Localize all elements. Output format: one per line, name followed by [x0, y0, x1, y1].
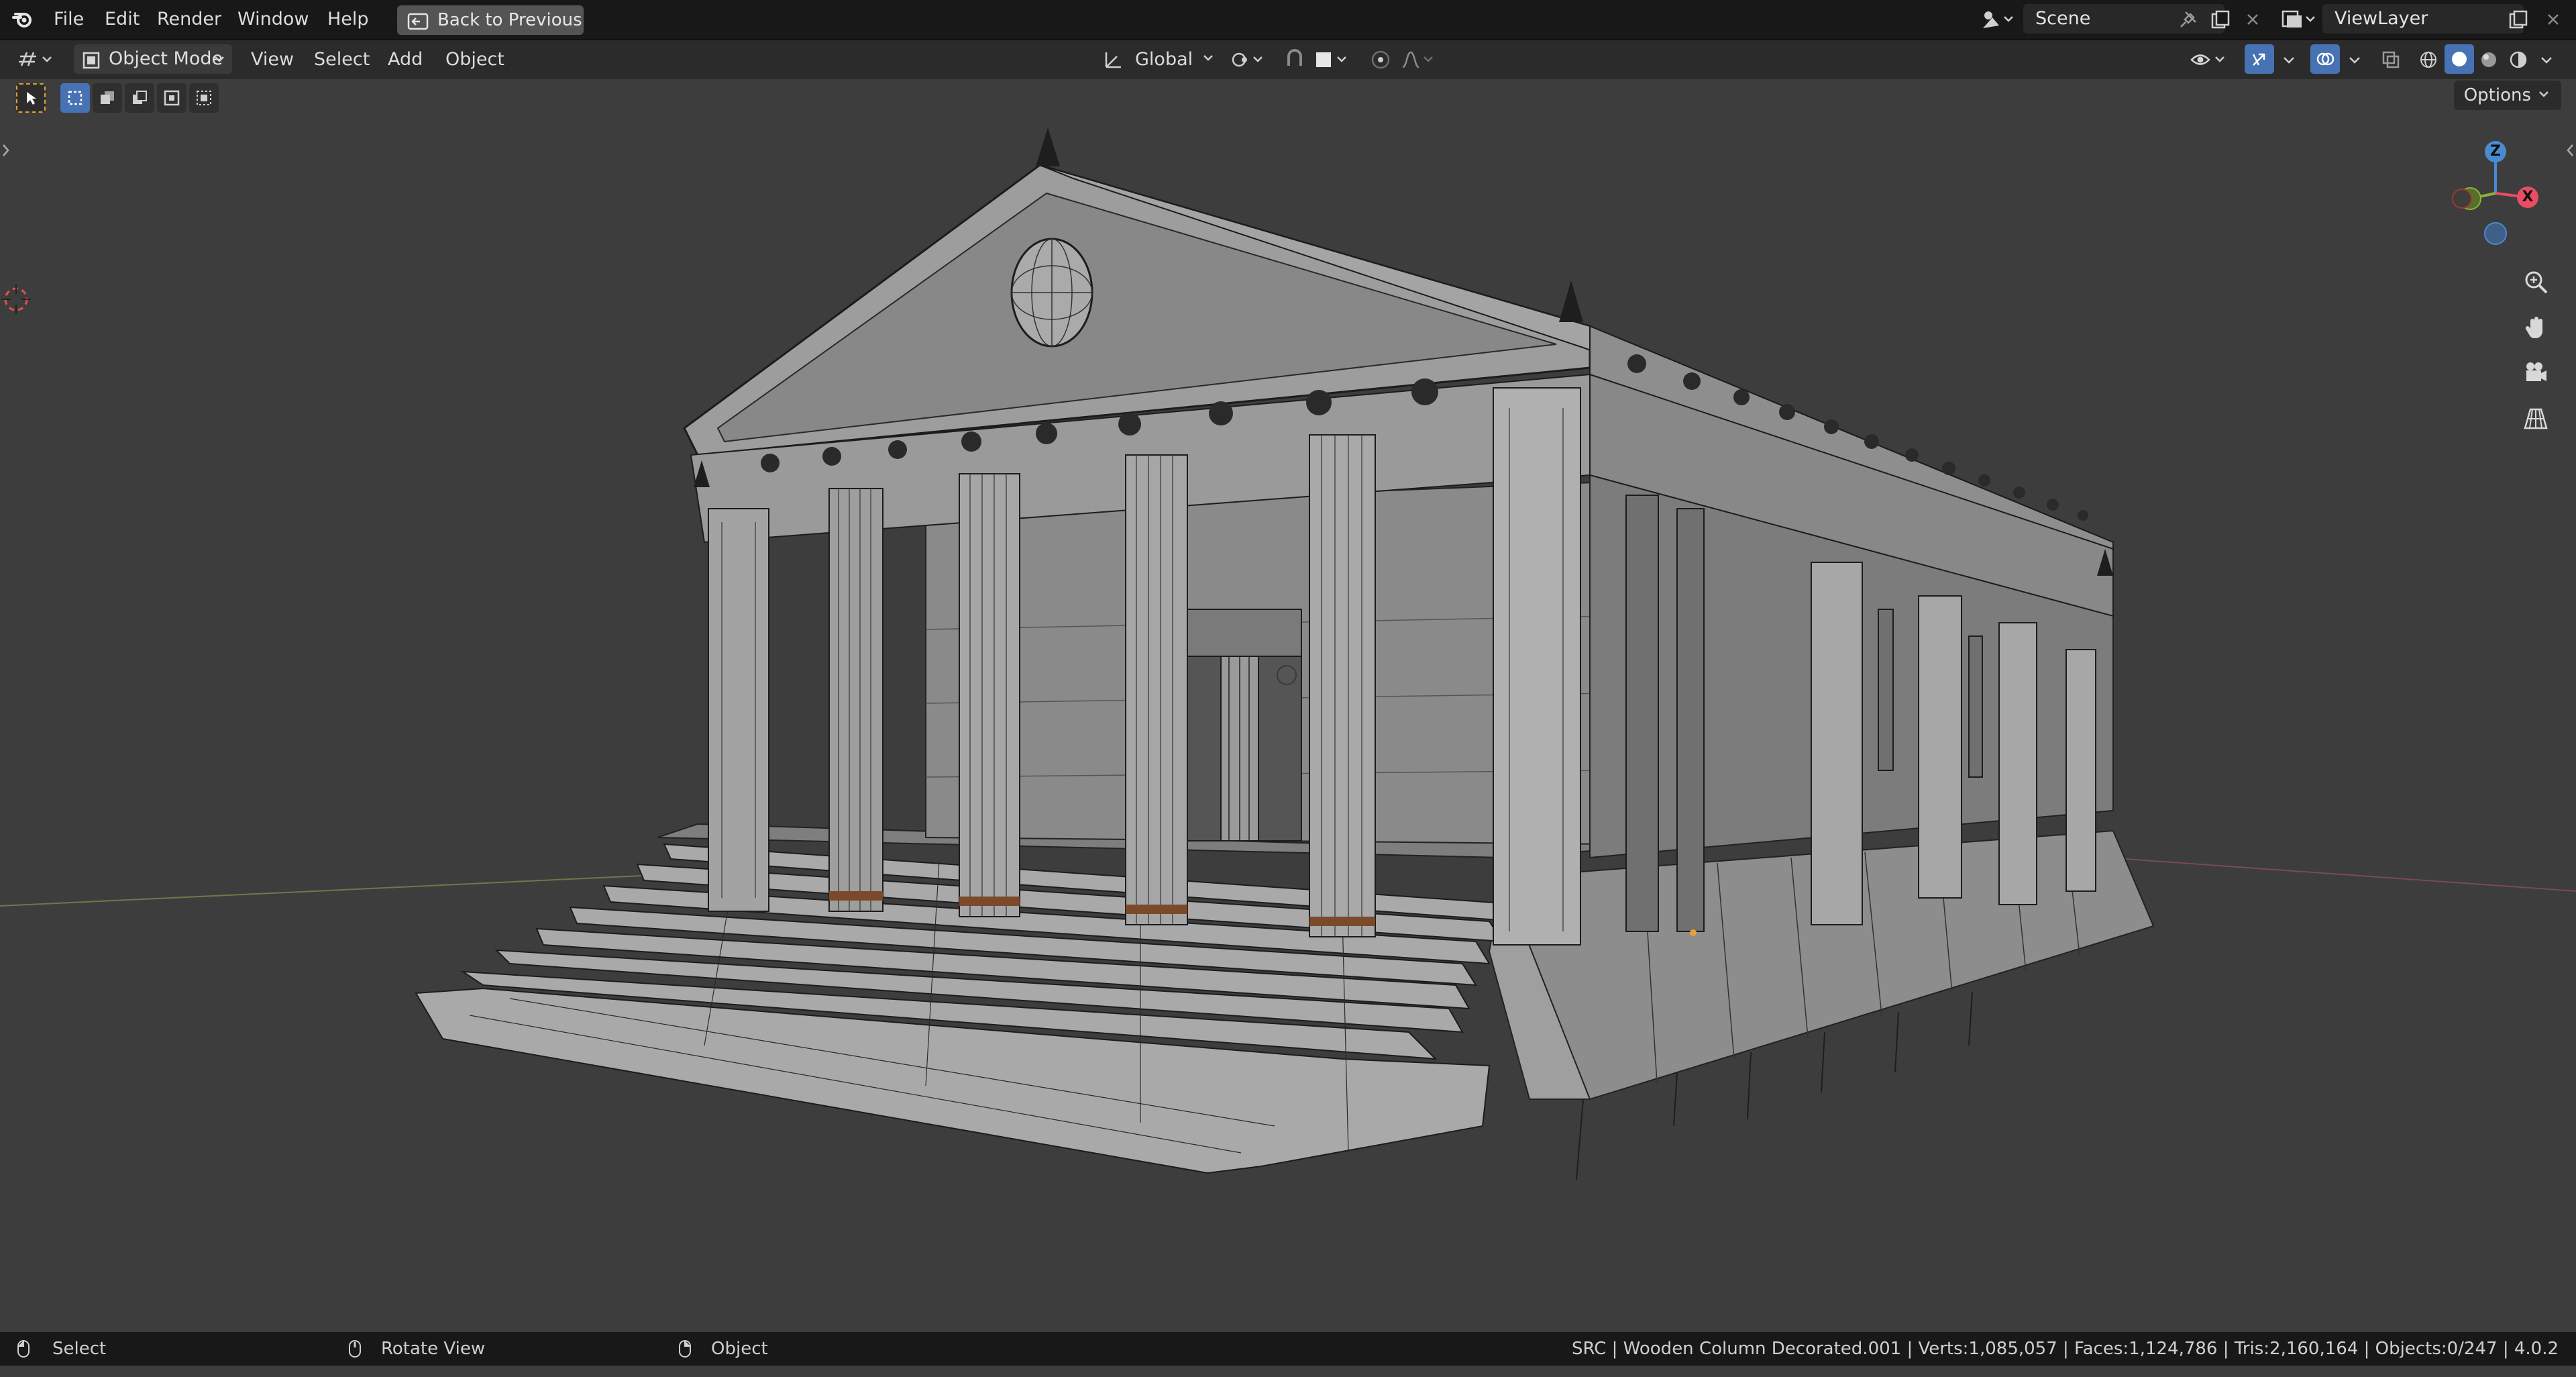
solid-shading-icon[interactable]: [2445, 44, 2474, 74]
select-subtract-mode-icon[interactable]: [125, 83, 154, 113]
menu-file[interactable]: File: [48, 5, 89, 34]
gizmo-x-axis[interactable]: X: [2517, 187, 2538, 208]
status-object-hint: Object: [711, 1339, 768, 1359]
object-mode-icon: [82, 50, 101, 79]
new-scene-icon[interactable]: [2207, 6, 2234, 33]
mouse-left-icon: [16, 1332, 31, 1366]
scene-browse-icon[interactable]: [1979, 6, 2019, 33]
camera-view-icon[interactable]: [2516, 353, 2556, 393]
pin-icon[interactable]: [2175, 6, 2202, 33]
transform-orientation-label: Global: [1135, 49, 1193, 70]
overlays-toggle-icon[interactable]: [2310, 44, 2340, 74]
zoom-icon[interactable]: [2516, 262, 2556, 302]
perspective-grid-icon[interactable]: [2516, 399, 2556, 439]
back-to-previous-button[interactable]: Back to Previous: [397, 5, 584, 35]
editor-type-icon[interactable]: [16, 46, 59, 73]
view-layer-browse-icon[interactable]: [2279, 6, 2320, 33]
visibility-icon[interactable]: [2188, 46, 2231, 73]
select-invert-mode-icon[interactable]: [157, 83, 186, 113]
menu-view[interactable]: View: [246, 46, 299, 74]
new-view-layer-icon[interactable]: [2505, 6, 2532, 33]
proportional-editing-icon[interactable]: [1367, 46, 1394, 73]
transform-orientation-dropdown[interactable]: Global: [1130, 46, 1222, 74]
material-preview-icon[interactable]: [2475, 46, 2502, 73]
menu-render[interactable]: Render: [152, 5, 227, 34]
status-select-hint: Select: [52, 1339, 107, 1359]
pan-hand-icon[interactable]: [2516, 307, 2556, 348]
temple-model[interactable]: [0, 79, 2576, 1332]
menu-add[interactable]: Add: [382, 46, 428, 74]
wireframe-shading-icon[interactable]: [2415, 46, 2442, 73]
y-axis-line: [0, 874, 672, 907]
menu-help[interactable]: Help: [322, 5, 374, 34]
menu-edit[interactable]: Edit: [99, 5, 145, 34]
snap-icon[interactable]: [1281, 46, 1308, 73]
gizmo-toggle-icon[interactable]: [2245, 44, 2274, 74]
menu-select[interactable]: Select: [309, 46, 375, 74]
snap-target-icon[interactable]: [1311, 46, 1354, 73]
status-rotate-view-hint: Rotate View: [381, 1339, 486, 1359]
mouse-middle-icon: [347, 1332, 362, 1366]
select-new-mode-icon[interactable]: [60, 83, 90, 113]
blender-logo-icon[interactable]: [9, 6, 36, 33]
scene-statistics: SRC | Wooden Column Decorated.001 | Vert…: [1571, 1339, 2559, 1359]
gizmo-z-axis[interactable]: Z: [2485, 141, 2506, 162]
view-layer-name-field[interactable]: ViewLayer: [2322, 4, 2524, 34]
3d-cursor-icon[interactable]: [1, 285, 31, 317]
object-mode-dropdown[interactable]: Object Mode: [74, 44, 232, 74]
toolbar-expand-icon[interactable]: [1, 141, 11, 162]
back-to-previous-label: Back to Previous: [437, 10, 582, 30]
delete-scene-icon[interactable]: [2239, 6, 2266, 33]
select-intersect-mode-icon[interactable]: [189, 83, 219, 113]
transform-orientation-icon[interactable]: [1100, 46, 1127, 73]
object-mode-label: Object Mode: [109, 48, 223, 69]
chevron-down-icon: [213, 44, 225, 83]
top-menu-bar: File Edit Render Window Help Back to Pre…: [0, 0, 2576, 40]
screen-back-icon: [407, 11, 429, 40]
viewport-header: Object Mode View Select Add Object Globa…: [0, 40, 2576, 79]
options-label: Options: [2463, 85, 2532, 105]
pivot-point-icon[interactable]: [1229, 46, 1269, 73]
xray-toggle-icon[interactable]: [2377, 46, 2404, 73]
chevron-down-icon: [1199, 49, 1216, 70]
mouse-right-icon: [678, 1332, 692, 1366]
view-layer-name: ViewLayer: [2334, 8, 2428, 29]
scene-name: Scene: [2035, 8, 2091, 29]
chevron-down-icon[interactable]: [2341, 46, 2368, 73]
menu-window[interactable]: Window: [232, 5, 314, 34]
select-tool-group: [16, 83, 219, 114]
rendered-shading-icon[interactable]: [2505, 46, 2532, 73]
status-bar: Select Rotate View Object SRC | Wooden C…: [0, 1332, 2576, 1366]
sidebar-expand-icon[interactable]: [2565, 141, 2575, 162]
select-extend-mode-icon[interactable]: [93, 83, 122, 113]
options-dropdown[interactable]: Options: [2454, 81, 2561, 110]
delete-view-layer-icon[interactable]: [2540, 6, 2567, 33]
falloff-curve-icon[interactable]: [1399, 46, 1440, 73]
chevron-down-icon[interactable]: [2533, 46, 2560, 73]
chevron-down-icon[interactable]: [2275, 46, 2302, 73]
3d-viewport[interactable]: Options Z X: [0, 79, 2576, 1332]
chevron-down-icon: [2536, 85, 2551, 105]
select-tool-icon[interactable]: [16, 83, 46, 113]
menu-object[interactable]: Object: [440, 46, 510, 74]
navigation-gizmo[interactable]: Z X: [2442, 133, 2556, 267]
